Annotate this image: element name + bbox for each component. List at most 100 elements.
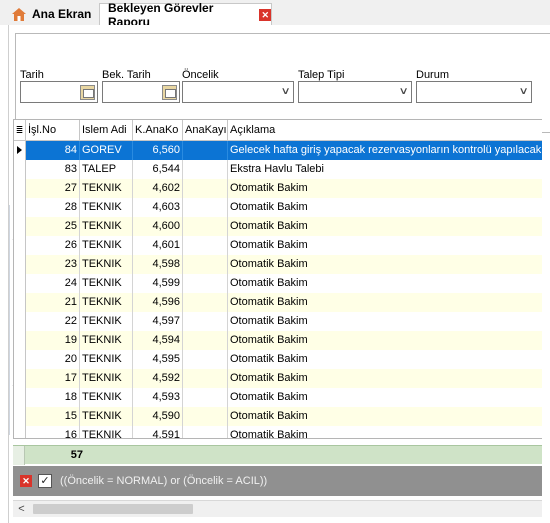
scroll-left-icon[interactable]: < [13,501,30,517]
tab-bekleyen-gorevler-raporu[interactable]: Bekleyen Görevler Raporu ✕ [99,1,272,29]
row-indicator[interactable] [14,160,26,179]
row-indicator[interactable] [14,350,26,369]
close-icon[interactable]: ✕ [259,8,271,21]
cell-anakayit[interactable] [183,293,228,312]
durum-select[interactable]: ∨ [416,81,532,103]
cell-kanako[interactable]: 4,603 [133,198,183,217]
table-row[interactable]: 28 TEKNIK 4,603 Otomatik Bakim [14,198,542,217]
cell-islem-adi[interactable]: TEKNIK [80,179,133,198]
cell-islem-adi[interactable]: TEKNIK [80,236,133,255]
cell-aciklama[interactable]: Otomatik Bakim [228,217,542,236]
cell-islno[interactable]: 27 [26,179,80,198]
cell-anakayit[interactable] [183,331,228,350]
table-row[interactable]: 83 TALEP 6,544 Ekstra Havlu Talebi [14,160,542,179]
cell-kanako[interactable]: 4,592 [133,369,183,388]
cell-aciklama[interactable]: Otomatik Bakim [228,255,542,274]
row-indicator[interactable] [14,426,26,438]
cell-aciklama[interactable]: Otomatik Bakim [228,293,542,312]
column-header-islem-adi[interactable]: Islem Adi [80,120,133,141]
cell-aciklama[interactable]: Otomatik Bakim [228,426,542,438]
cell-aciklama[interactable]: Ekstra Havlu Talebi [228,160,542,179]
cell-islem-adi[interactable]: TEKNIK [80,293,133,312]
cell-anakayit[interactable] [183,350,228,369]
cell-islem-adi[interactable]: TEKNIK [80,426,133,438]
cell-anakayit[interactable] [183,312,228,331]
tasks-grid[interactable]: ≣ İşl.No Islem Adi K.AnaKo AnaKayı Açıkl… [13,119,542,439]
cell-islno[interactable]: 83 [26,160,80,179]
column-chooser-icon[interactable]: ≣ [14,120,26,141]
table-row[interactable]: 19 TEKNIK 4,594 Otomatik Bakim [14,331,542,350]
row-indicator[interactable] [14,236,26,255]
cell-kanako[interactable]: 4,601 [133,236,183,255]
column-header-kanako[interactable]: K.AnaKo [133,120,183,141]
cell-islem-adi[interactable]: TEKNIK [80,350,133,369]
column-header-aciklama[interactable]: Açıklama [228,120,542,141]
cell-islem-adi[interactable]: TEKNIK [80,255,133,274]
row-indicator[interactable] [14,217,26,236]
cell-anakayit[interactable] [183,369,228,388]
scrollbar-thumb[interactable] [33,504,193,514]
table-row[interactable]: 23 TEKNIK 4,598 Otomatik Bakim [14,255,542,274]
table-row[interactable]: 22 TEKNIK 4,597 Otomatik Bakim [14,312,542,331]
row-indicator[interactable] [14,369,26,388]
clear-filter-icon[interactable]: ✕ [20,475,32,487]
oncelik-select[interactable]: ∨ [182,81,294,103]
cell-islem-adi[interactable]: TEKNIK [80,217,133,236]
talep-tipi-select[interactable]: ∨ [298,81,412,103]
cell-islno[interactable]: 22 [26,312,80,331]
cell-aciklama[interactable]: Otomatik Bakim [228,388,542,407]
table-row[interactable]: 27 TEKNIK 4,602 Otomatik Bakim [14,179,542,198]
tab-ana-ekran[interactable]: Ana Ekran [4,3,98,25]
cell-kanako[interactable]: 4,595 [133,350,183,369]
cell-kanako[interactable]: 4,593 [133,388,183,407]
cell-aciklama[interactable]: Gelecek hafta giriş yapacak rezervasyonl… [228,141,542,160]
cell-islno[interactable]: 20 [26,350,80,369]
cell-islem-adi[interactable]: TEKNIK [80,274,133,293]
cell-aciklama[interactable]: Otomatik Bakim [228,198,542,217]
cell-anakayit[interactable] [183,274,228,293]
table-row[interactable]: 17 TEKNIK 4,592 Otomatik Bakim [14,369,542,388]
cell-aciklama[interactable]: Otomatik Bakim [228,312,542,331]
cell-kanako[interactable]: 4,591 [133,426,183,438]
horizontal-scrollbar[interactable]: < [13,500,542,517]
cell-kanako[interactable]: 4,602 [133,179,183,198]
cell-aciklama[interactable]: Otomatik Bakim [228,369,542,388]
cell-islem-adi[interactable]: TEKNIK [80,388,133,407]
cell-aciklama[interactable]: Otomatik Bakim [228,236,542,255]
row-indicator[interactable] [14,274,26,293]
filter-enabled-checkbox[interactable]: ✓ [38,474,52,488]
cell-anakayit[interactable] [183,407,228,426]
cell-islno[interactable]: 21 [26,293,80,312]
cell-islno[interactable]: 19 [26,331,80,350]
cell-kanako[interactable]: 4,594 [133,331,183,350]
cell-islno[interactable]: 16 [26,426,80,438]
cell-islem-adi[interactable]: TEKNIK [80,331,133,350]
cell-aciklama[interactable]: Otomatik Bakim [228,331,542,350]
cell-anakayit[interactable] [183,388,228,407]
bek-tarih-date-field[interactable] [102,81,180,103]
table-row[interactable]: 84 GOREV 6,560 Gelecek hafta giriş yapacak … [14,141,542,160]
row-indicator[interactable] [14,388,26,407]
row-indicator[interactable] [14,141,26,160]
table-row[interactable]: 18 TEKNIK 4,593 Otomatik Bakim [14,388,542,407]
cell-aciklama[interactable]: Otomatik Bakim [228,350,542,369]
table-row[interactable]: 25 TEKNIK 4,600 Otomatik Bakim [14,217,542,236]
filter-expression[interactable]: ((Öncelik = NORMAL) or (Öncelik = ACIL)) [60,466,267,496]
row-indicator[interactable] [14,255,26,274]
cell-islno[interactable]: 17 [26,369,80,388]
row-indicator[interactable] [14,179,26,198]
row-indicator[interactable] [14,407,26,426]
calendar-icon[interactable] [162,85,177,100]
cell-kanako[interactable]: 6,560 [133,141,183,160]
cell-anakayit[interactable] [183,255,228,274]
row-indicator[interactable] [14,312,26,331]
cell-anakayit[interactable] [183,236,228,255]
cell-anakayit[interactable] [183,179,228,198]
column-header-islno[interactable]: İşl.No [26,120,80,141]
calendar-icon[interactable] [80,85,95,100]
table-row[interactable]: 20 TEKNIK 4,595 Otomatik Bakim [14,350,542,369]
cell-kanako[interactable]: 4,596 [133,293,183,312]
cell-anakayit[interactable] [183,217,228,236]
cell-islem-adi[interactable]: TEKNIK [80,407,133,426]
cell-kanako[interactable]: 6,544 [133,160,183,179]
